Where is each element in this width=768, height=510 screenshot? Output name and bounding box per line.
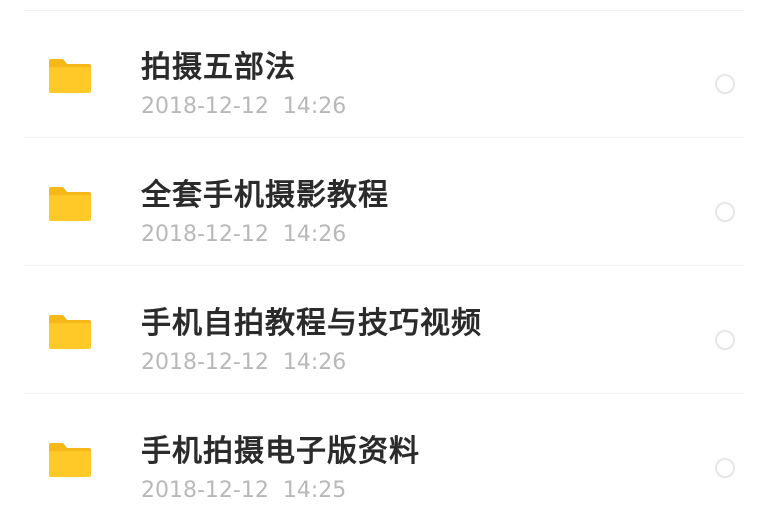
file-meta: 2018-12-12 14:26 [141, 93, 346, 121]
file-name: 手机拍摄电子版资料 [141, 434, 420, 469]
select-radio[interactable] [715, 458, 735, 478]
file-time: 14:26 [282, 350, 347, 375]
file-time: 14:25 [282, 478, 347, 503]
folder-icon [47, 441, 93, 479]
file-time: 14:26 [282, 94, 347, 119]
file-date: 2018-12-12 [141, 94, 269, 119]
file-name: 全套手机摄影教程 [141, 178, 389, 213]
file-time: 14:26 [282, 222, 347, 247]
list-item[interactable]: 全套手机摄影教程 2018-12-12 14:26 [0, 138, 768, 266]
file-date: 2018-12-12 [141, 350, 269, 375]
file-date: 2018-12-12 [141, 222, 269, 247]
list-item[interactable]: 手机拍摄电子版资料 2018-12-12 14:25 [0, 394, 768, 510]
select-radio[interactable] [715, 74, 735, 94]
list-item[interactable]: 手机自拍教程与技巧视频 2018-12-12 14:26 [0, 266, 768, 394]
file-name: 拍摄五部法 [141, 50, 296, 85]
folder-icon [47, 57, 93, 95]
file-meta: 2018-12-12 14:26 [141, 221, 346, 249]
select-radio[interactable] [715, 202, 735, 222]
file-meta: 2018-12-12 14:26 [141, 349, 346, 377]
file-name: 手机自拍教程与技巧视频 [141, 306, 482, 341]
folder-icon [47, 313, 93, 351]
file-list: 拍摄五部法 2018-12-12 14:26 全套手机摄影教程 2018-12-1… [0, 0, 768, 510]
list-item[interactable]: 拍摄五部法 2018-12-12 14:26 [0, 10, 768, 138]
file-meta: 2018-12-12 14:25 [141, 477, 346, 505]
select-radio[interactable] [715, 330, 735, 350]
file-date: 2018-12-12 [141, 478, 269, 503]
folder-icon [47, 185, 93, 223]
